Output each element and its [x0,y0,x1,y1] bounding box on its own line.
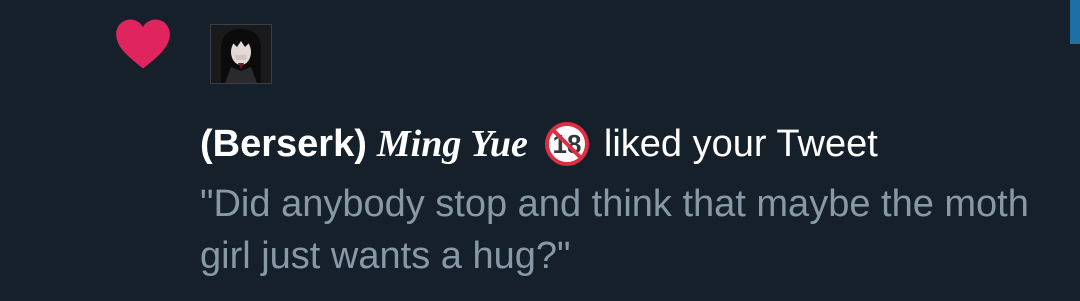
user-display-name[interactable]: Ming Yue [377,122,528,166]
no-under-18-icon: 18 [544,122,589,166]
heart-icon [116,19,170,69]
scroll-indicator [1070,0,1080,44]
like-notification[interactable]: (Berserk) Ming Yue 18 liked your Tweet "… [0,0,1080,301]
avatar[interactable] [210,24,272,84]
user-name-prefix[interactable]: (Berserk) [200,123,367,166]
notification-headline: (Berserk) Ming Yue 18 liked your Tweet [200,118,878,170]
avatar-image [211,25,271,83]
action-text: liked your Tweet [603,122,878,165]
tweet-text[interactable]: "Did anybody stop and think that maybe t… [200,178,1060,282]
